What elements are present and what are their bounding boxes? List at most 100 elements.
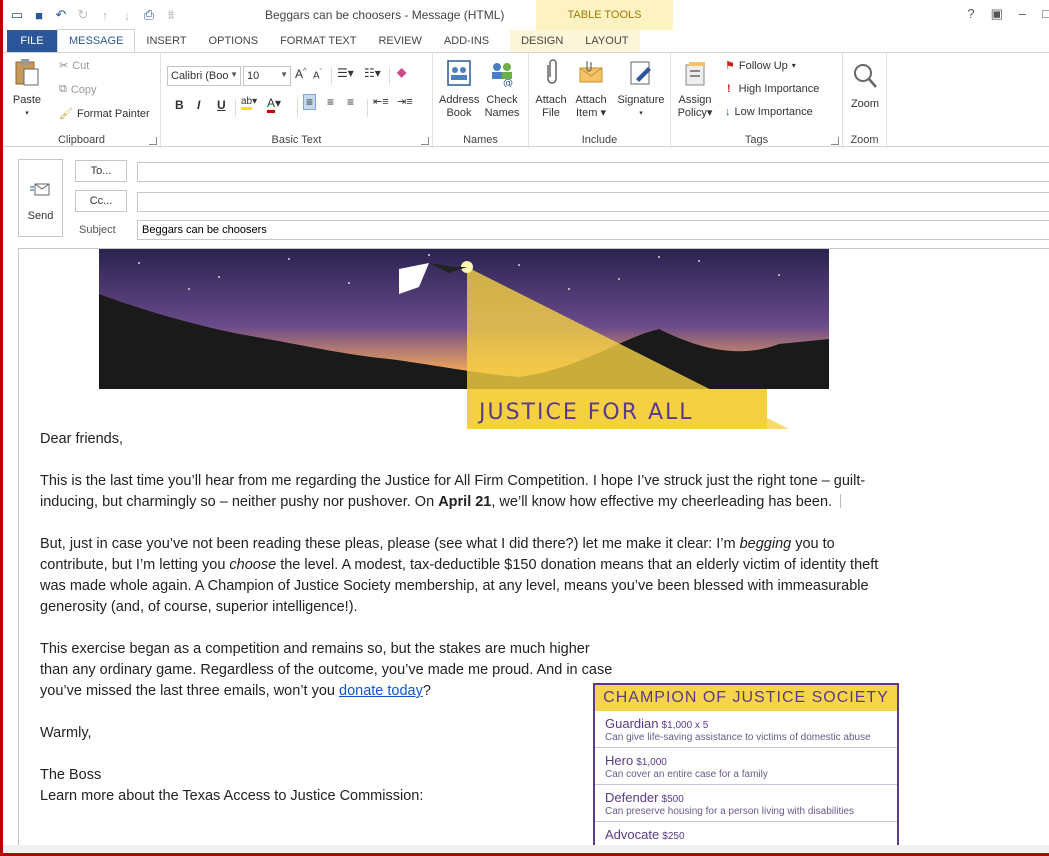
subject-label: Subject bbox=[79, 224, 116, 236]
to-button[interactable]: To... bbox=[75, 160, 127, 182]
assign-policy-button[interactable]: Assign Policy▾ bbox=[675, 59, 715, 120]
paragraph-1: This is the last time you’ll hear from m… bbox=[40, 473, 866, 510]
basic-text-launcher-icon[interactable] bbox=[421, 137, 429, 145]
tab-file[interactable]: FILE bbox=[7, 30, 57, 52]
attach-file-button[interactable]: Attach File bbox=[533, 59, 569, 120]
chevron-down-icon: ▾ bbox=[791, 61, 796, 70]
table-tools-header: TABLE TOOLS bbox=[536, 0, 673, 30]
previous-item-icon[interactable]: ↑ bbox=[97, 7, 113, 23]
tier-amount: $500 bbox=[661, 794, 684, 805]
bullets-icon[interactable]: ☰▾ bbox=[337, 66, 354, 80]
high-importance-icon: ! bbox=[727, 83, 731, 95]
address-book-button[interactable]: Address Book bbox=[439, 59, 479, 120]
title-bar: ▭ ■ ↶ ↻ ↑ ↓ ⎙ ⩩ Beggars can be choosers … bbox=[3, 0, 1049, 30]
clipboard-launcher-icon[interactable] bbox=[149, 137, 157, 145]
tab-layout[interactable]: LAYOUT bbox=[574, 30, 640, 52]
tab-design[interactable]: DESIGN bbox=[510, 30, 575, 52]
basic-text-group-label: Basic Text bbox=[271, 134, 322, 146]
bold-button[interactable]: B bbox=[175, 98, 184, 112]
tab-options[interactable]: OPTIONS bbox=[198, 30, 270, 52]
app-menu-icon[interactable]: ▭ bbox=[9, 7, 25, 23]
check-names-label-1: Check bbox=[486, 94, 518, 106]
attach-item-button[interactable]: Attach Item ▾ bbox=[571, 59, 611, 120]
follow-up-button[interactable]: ⚑ Follow Up ▾ bbox=[725, 59, 796, 73]
redo-icon[interactable]: ↻ bbox=[75, 7, 91, 23]
send-icon bbox=[29, 183, 49, 196]
decrease-indent-icon[interactable]: ⇤≡ bbox=[373, 95, 389, 108]
increase-indent-icon[interactable]: ⇥≡ bbox=[397, 95, 413, 108]
format-painter-label: Format Painter bbox=[76, 107, 150, 120]
quick-access-toolbar: ▭ ■ ↶ ↻ ↑ ↓ ⎙ ⩩ bbox=[3, 0, 179, 30]
align-left-icon[interactable]: ≡ bbox=[303, 94, 317, 110]
undo-icon[interactable]: ↶ bbox=[53, 7, 69, 23]
paste-button[interactable]: Paste ▾ bbox=[7, 57, 47, 120]
magnifier-icon bbox=[854, 64, 877, 88]
tab-message[interactable]: MESSAGE bbox=[57, 29, 136, 52]
brush-icon: 🖌 bbox=[59, 108, 73, 120]
align-right-icon[interactable]: ≡ bbox=[347, 95, 354, 109]
signature-button[interactable]: Signature ▾ bbox=[615, 59, 667, 120]
scissors-icon: ✂ bbox=[59, 60, 69, 72]
to-field[interactable] bbox=[137, 162, 1049, 182]
underline-button[interactable]: U bbox=[217, 98, 226, 112]
chevron-down-icon: ▾ bbox=[639, 110, 643, 117]
donate-today-link[interactable]: donate today bbox=[339, 683, 423, 699]
format-painter-button[interactable]: 🖌 Format Painter bbox=[59, 107, 150, 121]
subject-field[interactable]: Beggars can be choosers bbox=[137, 220, 1049, 240]
customize-qat-icon[interactable]: ⩩ bbox=[163, 7, 179, 23]
cc-button[interactable]: Cc... bbox=[75, 190, 127, 212]
attach-item-label-2: Item ▾ bbox=[576, 107, 606, 119]
check-names-button[interactable]: @ Check Names bbox=[481, 59, 523, 120]
next-item-icon[interactable]: ↓ bbox=[119, 7, 135, 23]
low-importance-button[interactable]: ↓ Low Importance bbox=[725, 106, 813, 118]
font-color-button[interactable]: A▾ bbox=[267, 96, 281, 113]
names-group-label: Names bbox=[463, 134, 498, 146]
divider bbox=[297, 99, 298, 117]
envelope-clip-icon bbox=[579, 61, 603, 83]
paperclip-icon bbox=[547, 59, 557, 84]
attach-file-label-2: File bbox=[542, 107, 560, 119]
tags-launcher-icon[interactable] bbox=[831, 137, 839, 145]
font-size-value: 10 bbox=[247, 70, 260, 82]
paragraph-2: But, just in case you’ve not been readin… bbox=[40, 536, 879, 615]
divider bbox=[331, 67, 332, 85]
maximize-icon[interactable]: □ bbox=[1042, 6, 1049, 22]
high-importance-label: High Importance bbox=[738, 83, 820, 95]
tier-name: Advocate bbox=[605, 827, 660, 842]
chevron-down-icon: ▼ bbox=[280, 70, 288, 79]
shrink-font-icon[interactable]: Aˇ bbox=[313, 69, 322, 81]
banner-text: JUSTICE FOR ALL bbox=[477, 400, 694, 425]
print-icon[interactable]: ⎙ bbox=[141, 7, 157, 23]
cc-field[interactable] bbox=[137, 192, 1049, 212]
copy-button[interactable]: ⧉ Copy bbox=[59, 83, 97, 96]
minimize-icon[interactable]: – bbox=[1019, 6, 1026, 22]
send-button[interactable]: Send bbox=[18, 159, 63, 237]
font-size-combo[interactable]: 10 ▼ bbox=[243, 66, 291, 86]
clear-formatting-icon[interactable]: ◆ bbox=[397, 65, 406, 79]
message-body[interactable]: JUSTICE FOR ALL Dear friends, This is th… bbox=[18, 248, 1049, 848]
zoom-label: Zoom bbox=[850, 98, 880, 110]
tab-format-text[interactable]: FORMAT TEXT bbox=[269, 30, 367, 52]
save-icon[interactable]: ■ bbox=[31, 7, 47, 23]
tab-add-ins[interactable]: ADD-INS bbox=[433, 30, 500, 52]
names-group: Address Book @ Check Names Names bbox=[433, 53, 529, 148]
ribbon-display-options-icon[interactable]: ▣ bbox=[991, 6, 1003, 22]
check-names-label-2: Names bbox=[484, 107, 520, 119]
tab-review[interactable]: REVIEW bbox=[367, 30, 432, 52]
cut-button[interactable]: ✂ Cut bbox=[59, 59, 90, 73]
cut-label: Cut bbox=[72, 59, 90, 72]
grow-font-icon[interactable]: A^ bbox=[295, 67, 306, 81]
address-book-icon bbox=[447, 60, 471, 86]
zoom-button[interactable]: Zoom bbox=[845, 61, 885, 111]
tier-hero: Hero $1,000 Can cover an entire case for… bbox=[595, 748, 897, 785]
help-icon[interactable]: ? bbox=[967, 6, 974, 22]
numbering-icon[interactable]: ☷▾ bbox=[364, 66, 381, 80]
policy-icon bbox=[685, 62, 705, 86]
highlight-color-button[interactable]: ab▾ bbox=[241, 96, 257, 110]
font-name-combo[interactable]: Calibri (Boo ▼ bbox=[167, 66, 241, 86]
high-importance-button[interactable]: ! High Importance bbox=[727, 83, 819, 95]
align-center-icon[interactable]: ≡ bbox=[327, 95, 334, 109]
italic-button[interactable]: I bbox=[197, 98, 200, 112]
tab-insert[interactable]: INSERT bbox=[135, 30, 197, 52]
assign-policy-label-1: Assign bbox=[678, 94, 712, 106]
